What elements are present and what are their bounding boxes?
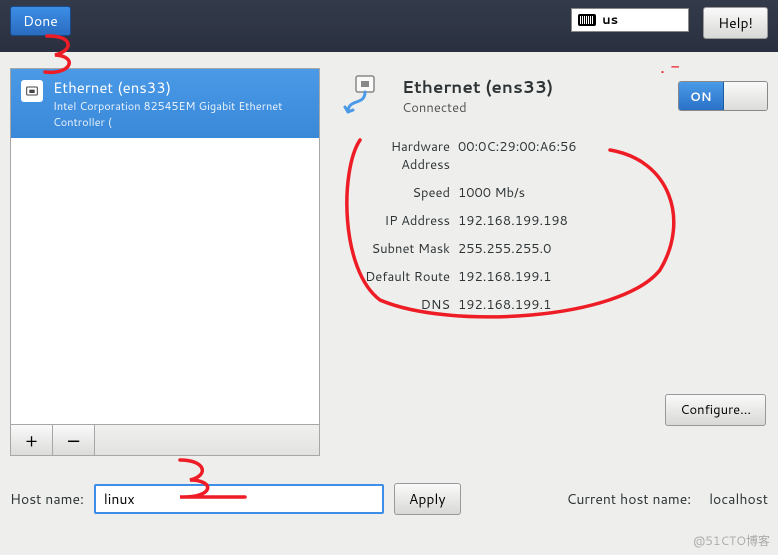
connection-title: Ethernet (ens33) [402,75,553,99]
keyboard-icon [578,14,596,26]
device-name: Ethernet (ens33) [53,77,309,98]
device-pane: Ethernet (ens33) Intel Corporation 82545… [10,68,320,456]
details-pane: Ethernet (ens33) Connected ON Hardware A… [340,68,768,456]
remove-device-button[interactable]: − [53,425,95,455]
hostname-label: Host name: [10,489,84,509]
configure-button[interactable]: Configure... [665,394,766,426]
keyboard-layout-label: us [602,11,618,29]
help-button[interactable]: Help! [703,7,768,39]
ethernet-icon [21,80,43,102]
ethernet-icon [340,72,388,120]
add-device-button[interactable]: + [11,425,53,455]
connection-status: Connected [402,99,553,117]
current-hostname-label: Current host name: [566,489,691,509]
list-item[interactable]: Ethernet (ens33) Intel Corporation 82545… [11,69,319,138]
watermark-text: @51CTO博客 [693,532,770,549]
keyboard-layout-indicator[interactable]: us [571,8,689,32]
apply-button[interactable]: Apply [394,483,461,515]
subnet-mask-value: 255.255.255.0 [458,240,768,258]
device-description: Intel Corporation 82545EM Gigabit Ethern… [53,98,309,130]
dns-value: 192.168.199.1 [458,296,768,314]
dns-label: DNS [340,296,450,314]
default-route-value: 192.168.199.1 [458,268,768,286]
toolbar-filler [95,425,319,455]
speed-label: Speed [340,184,450,202]
done-button[interactable]: Done [10,6,71,36]
toggle-knob [724,82,768,110]
hostname-input[interactable] [94,484,384,514]
hardware-address-value: 00:0C:29:00:A6:56 [458,138,768,174]
subnet-mask-label: Subnet Mask [340,240,450,258]
toggle-on-label: ON [679,82,724,110]
default-route-label: Default Route [340,268,450,286]
ip-address-label: IP Address [340,212,450,230]
ip-address-value: 192.168.199.198 [458,212,768,230]
device-list[interactable]: Ethernet (ens33) Intel Corporation 82545… [10,68,320,425]
current-hostname-value: localhost [709,489,768,509]
connection-toggle[interactable]: ON [678,81,768,111]
hardware-address-label: Hardware Address [340,138,450,174]
speed-value: 1000 Mb/s [458,184,768,202]
